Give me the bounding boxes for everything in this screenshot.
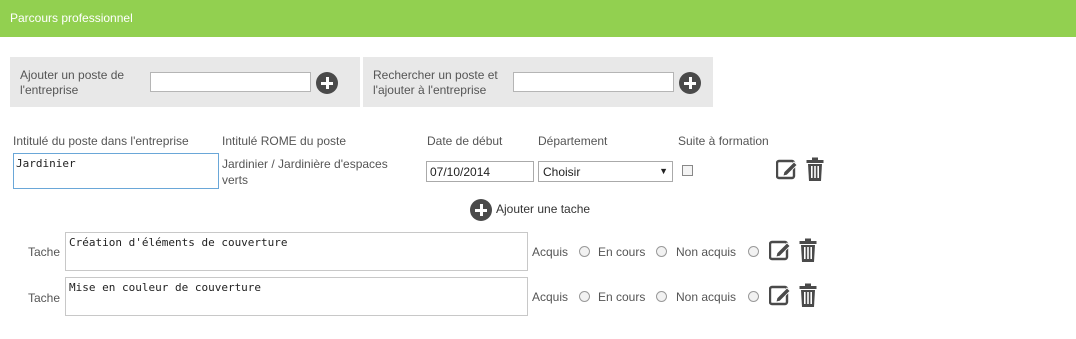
rome-title-column-header: Intitulé ROME du poste bbox=[222, 134, 347, 148]
page-title: Parcours professionnel bbox=[10, 11, 133, 25]
rome-title-value: Jardinier / Jardinière d'espaces verts bbox=[222, 157, 388, 187]
status-not-acquired-label: Non acquis bbox=[676, 245, 737, 259]
status-in-progress-radio[interactable] bbox=[656, 291, 667, 302]
department-select[interactable]: Choisir ▼ bbox=[538, 161, 673, 182]
job-title-field[interactable]: Jardinier bbox=[13, 153, 219, 189]
status-in-progress-label: En cours bbox=[598, 245, 646, 259]
training-column-header: Suite à formation bbox=[678, 134, 769, 148]
status-acquired-radio[interactable] bbox=[579, 246, 590, 257]
trash-icon[interactable] bbox=[799, 238, 817, 262]
task-label: Tache bbox=[28, 291, 61, 305]
add-post-panel: Ajouter un poste de l'entreprise bbox=[10, 57, 360, 107]
department-column-header: Département bbox=[538, 134, 608, 148]
status-not-acquired-radio[interactable] bbox=[748, 291, 759, 302]
department-selected-value: Choisir bbox=[543, 165, 581, 179]
job-title-column-header: Intitulé du poste dans l'entreprise bbox=[13, 134, 189, 148]
status-acquired-label: Acquis bbox=[532, 290, 569, 304]
status-not-acquired-radio[interactable] bbox=[748, 246, 759, 257]
chevron-down-icon: ▼ bbox=[659, 166, 668, 176]
training-checkbox[interactable] bbox=[682, 165, 693, 176]
status-in-progress-radio[interactable] bbox=[656, 246, 667, 257]
trash-icon[interactable] bbox=[799, 283, 817, 307]
edit-icon[interactable] bbox=[769, 284, 791, 306]
add-task-button[interactable] bbox=[470, 199, 492, 221]
status-acquired-label: Acquis bbox=[532, 245, 569, 259]
add-task-label[interactable]: Ajouter une tache bbox=[496, 202, 590, 216]
search-add-post-button[interactable] bbox=[679, 72, 701, 94]
search-post-panel: Rechercher un poste et l'ajouter à l'ent… bbox=[363, 57, 713, 107]
start-date-field[interactable] bbox=[426, 161, 534, 182]
add-post-button[interactable] bbox=[316, 72, 338, 94]
task-field[interactable]: Mise en couleur de couverture bbox=[65, 277, 528, 316]
edit-icon[interactable] bbox=[769, 239, 791, 261]
search-post-input[interactable] bbox=[513, 72, 674, 92]
page-header: Parcours professionnel bbox=[0, 0, 1076, 37]
add-post-input[interactable] bbox=[150, 72, 311, 92]
status-acquired-radio[interactable] bbox=[579, 291, 590, 302]
edit-icon[interactable] bbox=[776, 158, 798, 180]
trash-icon[interactable] bbox=[806, 157, 824, 181]
status-in-progress-label: En cours bbox=[598, 290, 646, 304]
task-field[interactable]: Création d'éléments de couverture bbox=[65, 232, 528, 271]
status-not-acquired-label: Non acquis bbox=[676, 290, 737, 304]
add-post-label: Ajouter un poste de l'entreprise bbox=[20, 68, 125, 97]
search-post-label: Rechercher un poste et l'ajouter à l'ent… bbox=[373, 68, 498, 97]
task-label: Tache bbox=[28, 245, 61, 259]
start-date-column-header: Date de début bbox=[427, 134, 503, 148]
